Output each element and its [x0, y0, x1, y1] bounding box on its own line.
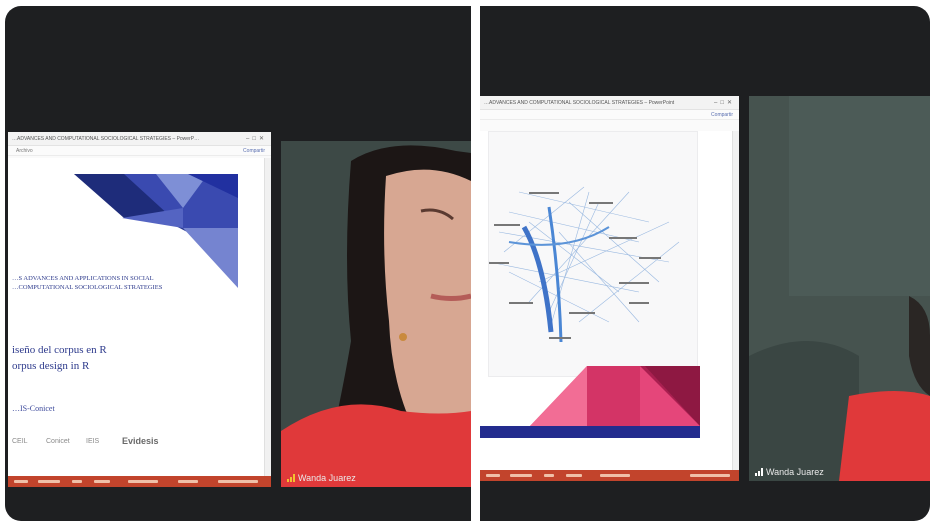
taskbar-item	[544, 474, 554, 477]
window-title: …ADVANCES AND COMPUTATIONAL SOCIOLOGICAL…	[484, 100, 675, 106]
taskbar-start	[14, 480, 28, 483]
taskbar-item	[600, 474, 630, 477]
share-button[interactable]: Compartir	[243, 146, 265, 156]
window-controls[interactable]: –□✕	[246, 132, 267, 145]
taskbar-tray	[218, 480, 258, 483]
vertical-scrollbar[interactable]	[732, 131, 739, 471]
participant-video-left: Wanda Juarez	[281, 141, 471, 487]
ribbon-file-tab[interactable]: Archivo	[16, 148, 33, 154]
shared-screen-window[interactable]: …ADVANCES AND COMPUTATIONAL SOCIOLOGICAL…	[480, 96, 739, 481]
slide-title-line-1: …S ADVANCES AND APPLICATIONS IN SOCIAL	[12, 275, 154, 282]
participant-name: Wanda Juarez	[298, 473, 356, 483]
vertical-scrollbar[interactable]	[264, 158, 271, 476]
signal-bars-icon	[287, 474, 295, 482]
video-call-screenshot: …ADVANCES AND COMPUTATIONAL SOCIOLOGICAL…	[0, 0, 935, 527]
person-silhouette	[281, 141, 471, 487]
taskbar-item	[510, 474, 532, 477]
slide-title-line-2: …COMPUTATIONAL SOCIOLOGICAL STRATEGIES	[12, 284, 163, 291]
tile-divider	[471, 0, 480, 527]
windows-taskbar	[8, 476, 271, 487]
presentation-slide: …S ADVANCES AND APPLICATIONS IN SOCIAL ……	[8, 158, 264, 476]
video-tile-right[interactable]: …ADVANCES AND COMPUTATIONAL SOCIOLOGICAL…	[480, 6, 930, 521]
window-title-bar: …ADVANCES AND COMPUTATIONAL SOCIOLOGICAL…	[8, 132, 271, 146]
presentation-slide	[480, 131, 732, 471]
slide-title: …S ADVANCES AND APPLICATIONS IN SOCIAL ……	[12, 274, 212, 292]
participant-name: Wanda Juarez	[766, 467, 824, 477]
shared-screen-window[interactable]: …ADVANCES AND COMPUTATIONAL SOCIOLOGICAL…	[8, 132, 271, 487]
logo-ieis: IEIS	[86, 438, 100, 445]
taskbar-tray	[690, 474, 730, 477]
ribbon-bar: Compartir	[480, 110, 739, 120]
window-title: …ADVANCES AND COMPUTATIONAL SOCIOLOGICAL…	[12, 136, 200, 142]
participant-name-tag: Wanda Juarez	[287, 473, 356, 483]
participant-video-right: Wanda Juarez	[749, 96, 930, 481]
taskbar-item	[72, 480, 82, 483]
slide-bottom-graphic	[480, 366, 700, 438]
signal-bars-icon	[755, 468, 763, 476]
window-title-bar: …ADVANCES AND COMPUTATIONAL SOCIOLOGICAL…	[480, 96, 739, 110]
sponsor-logos: CEIL Conicet IEIS Evidesis	[12, 436, 202, 454]
ribbon-bar: Archivo Compartir	[8, 146, 271, 156]
slide-corner-graphic	[74, 174, 238, 288]
share-button[interactable]: Compartir	[711, 110, 733, 120]
slide-subtitle-en: orpus design in R	[12, 360, 90, 372]
slide-authors: …IS-Conicet	[12, 404, 55, 413]
video-tile-left[interactable]: …ADVANCES AND COMPUTATIONAL SOCIOLOGICAL…	[5, 6, 471, 521]
taskbar-item	[94, 480, 110, 483]
logo-ceil: CEIL	[12, 438, 28, 445]
taskbar-start	[486, 474, 500, 477]
taskbar-item	[566, 474, 582, 477]
window-controls[interactable]: –□✕	[714, 96, 735, 109]
logo-conicet: Conicet	[46, 438, 70, 445]
taskbar-item	[178, 480, 198, 483]
logo-evidesis: Evidesis	[122, 436, 159, 446]
participant-name-tag: Wanda Juarez	[755, 467, 824, 477]
slide-subtitle-es: iseño del corpus en R	[12, 344, 107, 356]
windows-taskbar	[480, 470, 739, 481]
room-background	[749, 96, 930, 481]
taskbar-item	[38, 480, 60, 483]
taskbar-item	[128, 480, 158, 483]
